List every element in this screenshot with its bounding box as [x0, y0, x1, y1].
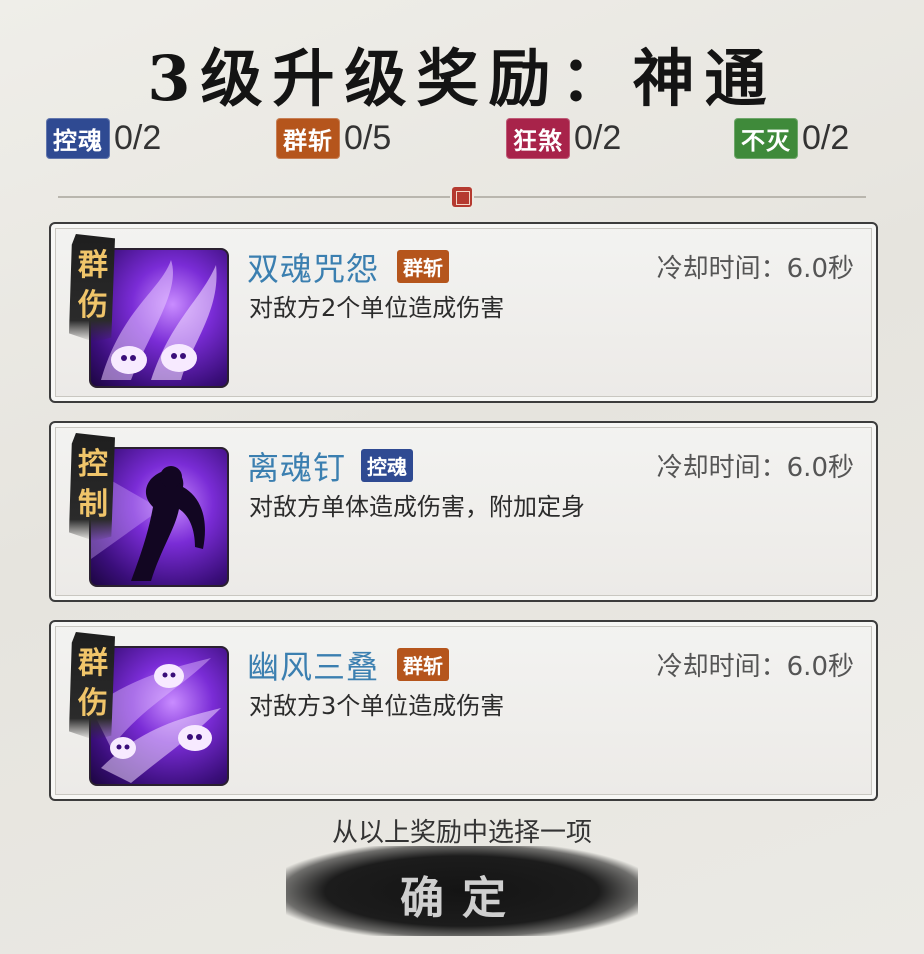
skill-cooldown: 冷却时间：6.0秒: [656, 652, 854, 682]
skill-name: 双魂咒怨: [247, 250, 380, 288]
counter-tag: 狂煞: [506, 118, 570, 159]
counter-value: 0/5: [344, 119, 392, 157]
seal-icon: [452, 187, 472, 207]
counter-tag: 控魂: [46, 118, 110, 159]
counter-kuangsha: 狂煞 0/2: [506, 118, 621, 159]
skill-name: 幽风三叠: [247, 648, 380, 686]
confirm-label: 确定: [400, 873, 524, 924]
ribbon-label: 群伤: [78, 248, 108, 323]
skill-description: 对敌方2个单位造成伤害: [249, 294, 505, 322]
counter-qunzhan: 群斩 0/5: [276, 118, 391, 159]
counter-value: 0/2: [802, 119, 850, 157]
ribbon-label: 群伤: [78, 646, 108, 721]
page-title: 3级升级奖励：神通: [147, 42, 777, 115]
skill-card-2[interactable]: 控制 离魂钉 控魂 冷却时间：6.0秒 对敌方单体造成伤害，附加定身: [49, 421, 878, 602]
counter-konghun: 控魂 0/2: [46, 118, 161, 159]
counter-tag: 群斩: [276, 118, 340, 159]
selection-hint: 从以上奖励中选择一项: [331, 818, 592, 848]
skill-tag: 群斩: [397, 250, 449, 283]
skill-cooldown: 冷却时间：6.0秒: [656, 254, 854, 284]
counter-bumie: 不灭 0/2: [734, 118, 849, 159]
skill-card-1[interactable]: 群伤 双魂咒怨 群斩 冷却时间：6.0秒 对敌方2个单位造成伤害: [49, 222, 878, 403]
counter-value: 0/2: [574, 119, 622, 157]
skill-name: 离魂钉: [247, 449, 347, 487]
counter-tag: 不灭: [734, 118, 798, 159]
ribbon-label: 控制: [78, 447, 108, 522]
skill-description: 对敌方3个单位造成伤害: [249, 692, 505, 720]
skill-tag: 控魂: [361, 449, 413, 482]
skill-cooldown: 冷却时间：6.0秒: [656, 453, 854, 483]
counter-value: 0/2: [114, 119, 162, 157]
skill-card-3[interactable]: 群伤 幽风三叠 群斩 冷却时间：6.0秒 对敌方3个单位造成伤害: [49, 620, 878, 801]
confirm-button[interactable]: 确定: [286, 846, 638, 936]
faction-counters: 控魂 0/2 群斩 0/5 狂煞 0/2 不灭 0/2: [0, 118, 924, 162]
skill-tag: 群斩: [397, 648, 449, 681]
skill-description: 对敌方单体造成伤害，附加定身: [249, 493, 585, 521]
